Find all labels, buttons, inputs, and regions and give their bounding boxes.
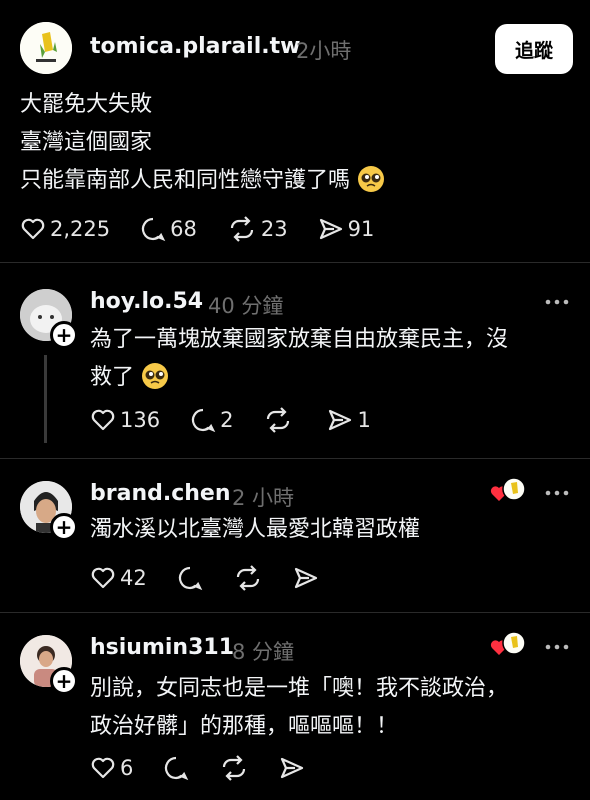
like-count: 6 <box>120 756 134 780</box>
like-count: 136 <box>120 408 161 432</box>
share-count: 1 <box>357 408 371 432</box>
comment-button[interactable] <box>177 565 203 591</box>
repost-icon <box>267 407 290 433</box>
main-username[interactable]: tomica.plarail.tw <box>90 34 300 59</box>
heart-icon <box>91 567 115 589</box>
repost-count: 23 <box>260 217 288 241</box>
heart-icon <box>91 409 115 431</box>
follow-plus-icon[interactable]: + <box>50 321 78 349</box>
like-count: 42 <box>120 566 147 590</box>
reply-username[interactable]: brand.chen <box>90 481 231 506</box>
reply-actions: 136 2 1 <box>90 407 401 433</box>
like-button[interactable]: 6 <box>90 755 133 781</box>
comment-button[interactable]: 2 <box>190 407 233 433</box>
share-count: 91 <box>347 217 375 241</box>
follow-plus-icon[interactable]: + <box>50 667 78 695</box>
heart-icon <box>21 218 45 240</box>
main-time: 2小時 <box>296 39 352 63</box>
pleading-face-emoji <box>358 166 385 192</box>
comment-icon <box>178 566 203 591</box>
share-button[interactable] <box>293 565 319 591</box>
corn-logo-icon <box>20 22 72 74</box>
heart-icon <box>91 757 115 779</box>
more-icon[interactable] <box>545 490 569 496</box>
reply-username[interactable]: hsiumin311 <box>90 635 234 660</box>
reply-time: 8 分鐘 <box>232 640 295 664</box>
comment-count: 68 <box>170 217 197 241</box>
author-liked-icon <box>490 631 526 655</box>
comment-button[interactable] <box>163 755 189 781</box>
reply-3: + hsiumin311 8 分鐘 別說，女同志也是一堆「噢！我不談政治， 政治… <box>0 613 590 800</box>
share-icon <box>319 218 342 240</box>
repost-button[interactable] <box>219 755 249 781</box>
thread-line <box>44 355 47 443</box>
author-liked-icon <box>490 477 526 501</box>
reply-2: + brand.chen 2 小時 濁水溪以北臺灣人最愛北韓習政權 42 <box>0 459 590 611</box>
repost-icon <box>223 755 246 781</box>
repost-button[interactable]: 23 <box>227 216 288 242</box>
repost-button[interactable] <box>263 407 297 433</box>
share-icon <box>281 757 304 779</box>
reply-time: 40 分鐘 <box>208 294 284 318</box>
follow-plus-icon[interactable]: + <box>50 513 78 541</box>
share-button[interactable] <box>279 755 305 781</box>
reply-username[interactable]: hoy.lo.54 <box>90 289 203 314</box>
more-icon[interactable] <box>545 644 569 650</box>
reply-actions: 42 <box>90 565 349 591</box>
repost-icon <box>230 216 253 242</box>
repost-icon <box>236 565 259 591</box>
reply-1: + hoy.lo.54 40 分鐘 為了一萬塊放棄國家放棄自由放棄民主，沒 救了… <box>0 263 590 455</box>
reply-time: 2 小時 <box>232 486 295 510</box>
share-icon <box>294 567 317 589</box>
comment-count: 2 <box>220 408 234 432</box>
share-button[interactable]: 1 <box>327 407 371 433</box>
comment-button[interactable]: 68 <box>140 216 197 242</box>
reply-text: 濁水溪以北臺灣人最愛北韓習政權 <box>90 517 421 542</box>
like-button[interactable]: 2,225 <box>20 216 110 242</box>
like-count: 2,225 <box>50 217 111 241</box>
comment-icon <box>165 756 189 781</box>
main-post-text: 大罷免大失敗 臺灣這個國家 只能靠南部人民和同性戀守護了嗎 <box>20 86 385 200</box>
share-button[interactable]: 91 <box>318 216 375 242</box>
more-icon[interactable] <box>545 299 569 305</box>
main-actions: 2,225 68 23 91 <box>20 216 404 242</box>
share-icon <box>329 409 352 431</box>
main-post: tomica.plarail.tw 2小時 追蹤 大罷免大失敗 臺灣這個國家 只… <box>0 0 590 262</box>
comment-icon <box>192 408 216 433</box>
avatar-tomica[interactable] <box>20 22 72 74</box>
reply-text: 為了一萬塊放棄國家放棄自由放棄民主，沒 救了 <box>90 327 509 390</box>
repost-button[interactable] <box>233 565 263 591</box>
comment-icon <box>142 217 166 242</box>
like-button[interactable]: 42 <box>90 565 147 591</box>
like-button[interactable]: 136 <box>90 407 160 433</box>
reply-text: 別說，女同志也是一堆「噢！我不談政治， 政治好髒」的那種，嘔嘔嘔！！ <box>90 676 509 739</box>
follow-button[interactable]: 追蹤 <box>495 24 573 74</box>
pleading-face-emoji <box>142 363 169 389</box>
reply-actions: 6 <box>90 755 335 781</box>
